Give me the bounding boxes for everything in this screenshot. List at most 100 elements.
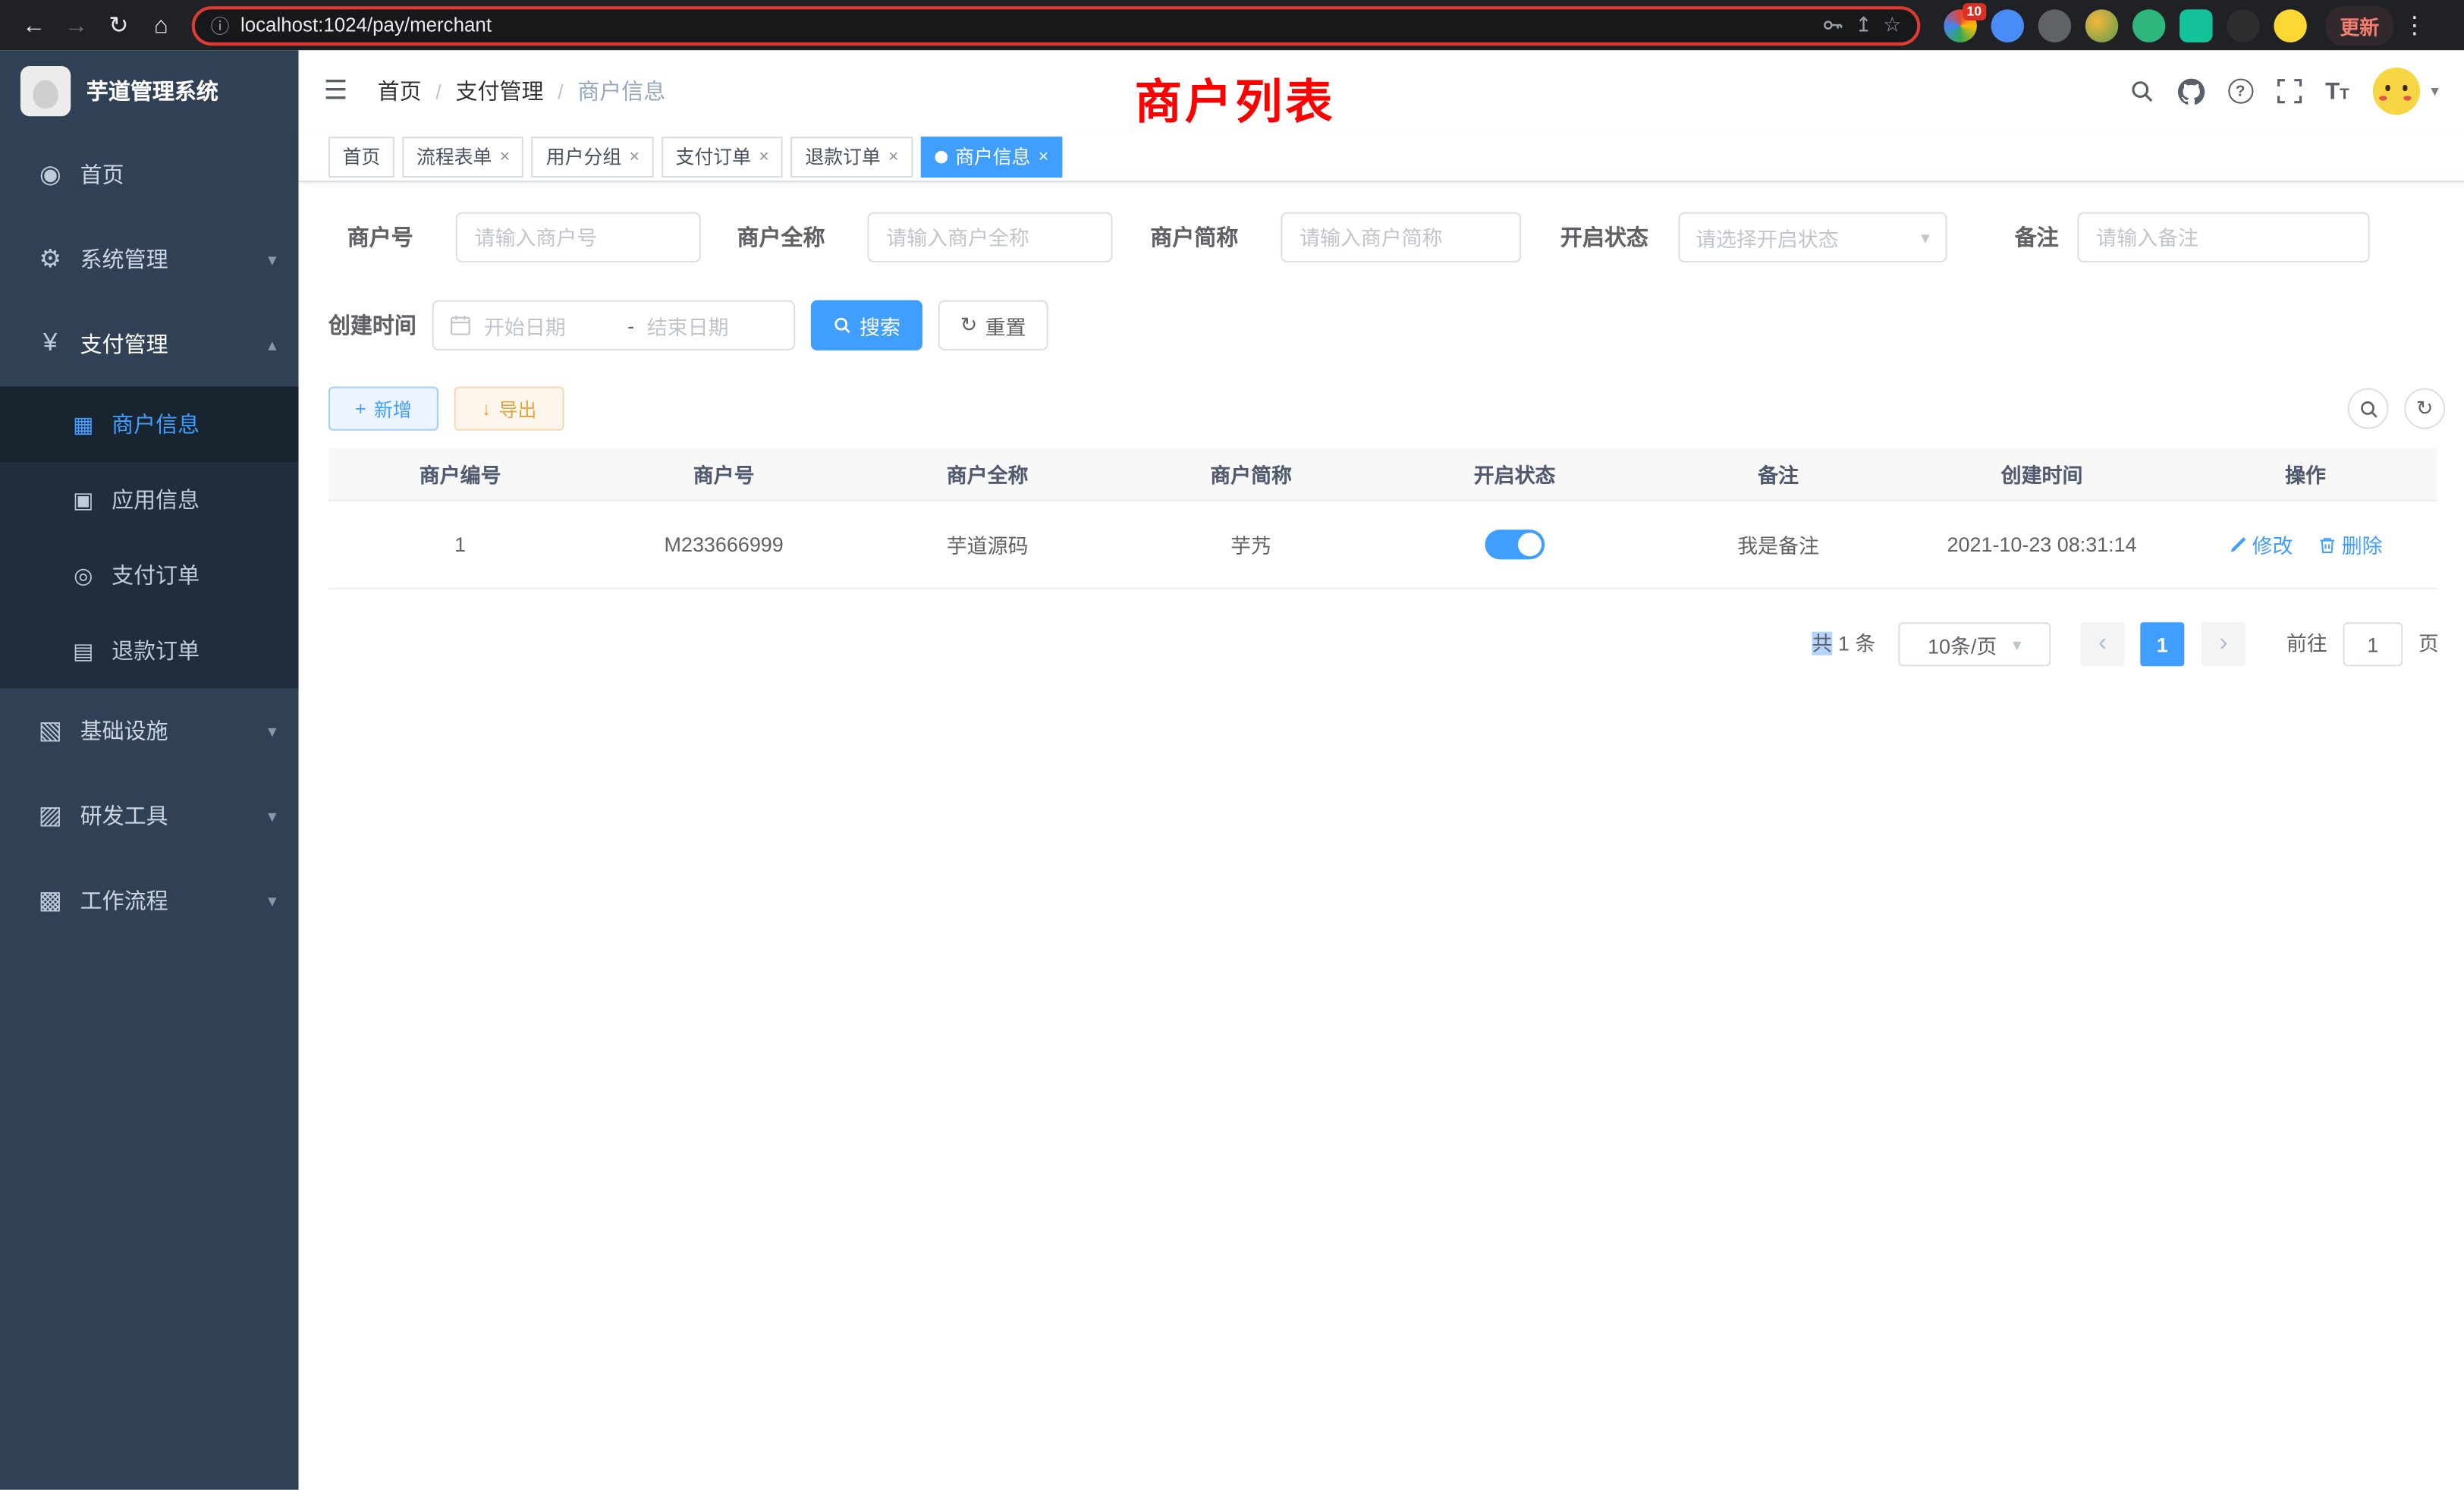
extension-icon[interactable]	[2227, 8, 2260, 42]
tab-home[interactable]: 首页	[328, 136, 394, 177]
goto-page-input[interactable]	[2343, 622, 2403, 666]
sidebar-item-system[interactable]: ⚙ 系统管理 ▾	[0, 217, 299, 302]
address-bar[interactable]: ⓘ localhost:1024/pay/merchant ↥ ☆	[192, 5, 1921, 45]
prev-page-button[interactable]: ‹	[2081, 622, 2125, 666]
sidebar-item-label: 基础设施	[80, 715, 268, 747]
create-time-range-picker[interactable]: 开始日期 - 结束日期	[432, 300, 796, 350]
short-name-input[interactable]	[1281, 212, 1521, 262]
chevron-down-icon: ▾	[2013, 634, 2021, 655]
search-button[interactable]: 搜索	[811, 300, 922, 350]
current-page-button[interactable]: 1	[2140, 622, 2184, 666]
next-page-button[interactable]: ›	[2202, 622, 2246, 666]
breadcrumb-payment[interactable]: 支付管理	[455, 75, 543, 106]
download-icon: ↓	[482, 398, 491, 420]
fullscreen-icon[interactable]	[2277, 79, 2302, 104]
edit-link[interactable]: 修改	[2229, 530, 2293, 559]
reset-button[interactable]: ↻ 重置	[938, 300, 1048, 350]
breadcrumb-separator: /	[435, 80, 442, 103]
sidebar-item-label: 首页	[80, 159, 277, 190]
url-text[interactable]: localhost:1024/pay/merchant	[240, 14, 1811, 36]
sidebar-item-payment[interactable]: ¥ 支付管理 ▴	[0, 302, 299, 387]
refresh-table-button[interactable]: ↻	[2404, 388, 2445, 429]
delete-link[interactable]: 删除	[2318, 530, 2383, 559]
table-row: 1 M233666999 芋道源码 芋艿 我是备注 2021-10-23 08:…	[328, 501, 2437, 589]
extension-icon[interactable]: 10	[1944, 8, 1977, 42]
chevron-down-icon: ▾	[268, 721, 276, 741]
table-header: 操作	[2173, 459, 2437, 489]
tab-close-icon[interactable]: ×	[759, 147, 768, 166]
target-icon: ◎	[69, 562, 97, 589]
sidebar-item-merchant-info[interactable]: ▦ 商户信息	[0, 387, 299, 462]
reload-icon[interactable]: ↻	[97, 4, 140, 46]
merchant-no-label: 商户号	[328, 212, 413, 262]
back-icon[interactable]: ←	[13, 4, 55, 46]
short-name-label: 商户简称	[1150, 212, 1238, 262]
extension-icon[interactable]	[1991, 8, 2025, 42]
date-end-placeholder[interactable]: 结束日期	[647, 310, 778, 340]
font-size-icon[interactable]: TT	[2325, 80, 2349, 103]
github-icon[interactable]	[2177, 78, 2204, 105]
breadcrumb-home[interactable]: 首页	[378, 75, 422, 106]
extension-icon[interactable]	[2085, 8, 2119, 42]
pagination-total: 共 1 条	[1812, 622, 1875, 666]
tab-user-group[interactable]: 用户分组 ×	[532, 136, 653, 177]
chevron-down-icon: ▾	[268, 249, 276, 269]
top-navbar: ☰ 首页 / 支付管理 / 商户信息 商户列表 ?	[299, 50, 2464, 132]
help-icon[interactable]: ?	[2228, 79, 2253, 104]
password-key-icon[interactable]	[1822, 14, 1844, 36]
avatar-caret-icon[interactable]: ▾	[2431, 83, 2438, 100]
cell-full-name: 芋道源码	[856, 530, 1119, 559]
merchant-no-input[interactable]	[456, 212, 701, 262]
status-select[interactable]: 请选择开启状态 ▾	[1678, 212, 1947, 262]
cell-merchant-no: M233666999	[592, 533, 855, 556]
chevron-down-icon: ▾	[268, 806, 276, 826]
home-icon[interactable]: ⌂	[140, 4, 182, 46]
sidebar-item-infrastructure[interactable]: ▧ 基础设施 ▾	[0, 688, 299, 773]
forward-icon[interactable]: →	[55, 4, 98, 46]
export-button[interactable]: ↓ 导出	[454, 387, 564, 431]
breadcrumb-separator: /	[558, 80, 564, 103]
tab-merchant-info[interactable]: 商户信息 ×	[921, 136, 1063, 177]
extension-icon[interactable]	[2132, 8, 2166, 42]
sidebar-collapse-icon[interactable]: ☰	[324, 75, 348, 106]
tab-refund-order[interactable]: 退款订单 ×	[791, 136, 913, 177]
breadcrumb: 首页 / 支付管理 / 商户信息	[378, 75, 666, 106]
tab-close-icon[interactable]: ×	[1039, 147, 1048, 166]
sidebar-item-pay-order[interactable]: ◎ 支付订单	[0, 537, 299, 612]
chevron-up-icon: ▴	[268, 334, 276, 354]
sidebar-item-workflow[interactable]: ▩ 工作流程 ▾	[0, 858, 299, 943]
bookmark-star-icon[interactable]: ☆	[1883, 13, 1901, 38]
chrome-update-button[interactable]: 更新	[2326, 5, 2393, 45]
search-icon[interactable]	[2129, 79, 2154, 104]
user-avatar[interactable]	[2373, 68, 2420, 115]
tab-pay-order[interactable]: 支付订单 ×	[662, 136, 783, 177]
toggle-search-button[interactable]	[2348, 388, 2389, 429]
extension-icon[interactable]	[2038, 8, 2072, 42]
sidebar-item-label: 支付订单	[112, 559, 200, 590]
table-header: 商户编号	[328, 459, 592, 489]
site-info-icon[interactable]: ⓘ	[211, 12, 230, 39]
tab-close-icon[interactable]: ×	[888, 147, 898, 166]
full-name-input[interactable]	[867, 212, 1112, 262]
payment-submenu: ▦ 商户信息 ▣ 应用信息 ◎ 支付订单 ▤ 退款订单	[0, 387, 299, 689]
page-size-select[interactable]: 10条/页 ▾	[1898, 622, 2051, 666]
table-header: 商户简称	[1119, 459, 1382, 489]
sidebar-item-app-info[interactable]: ▣ 应用信息	[0, 462, 299, 537]
browser-menu-icon[interactable]: ⋮	[2403, 11, 2426, 39]
sidebar-item-label: 研发工具	[80, 800, 268, 831]
sidebar-item-label: 退款订单	[112, 635, 200, 666]
sidebar-item-home[interactable]: ◉ 首页	[0, 132, 299, 217]
add-button[interactable]: + 新增	[328, 387, 438, 431]
extension-icon[interactable]	[2274, 8, 2307, 42]
extension-icon[interactable]	[2180, 8, 2213, 42]
status-toggle[interactable]	[1485, 530, 1545, 559]
tab-process-form[interactable]: 流程表单 ×	[402, 136, 523, 177]
tab-close-icon[interactable]: ×	[500, 147, 510, 166]
share-icon[interactable]: ↥	[1855, 13, 1872, 38]
tab-close-icon[interactable]: ×	[630, 147, 640, 166]
sidebar-item-devtools[interactable]: ▨ 研发工具 ▾	[0, 773, 299, 858]
sidebar-item-refund-order[interactable]: ▤ 退款订单	[0, 613, 299, 688]
remark-input[interactable]	[2077, 212, 2369, 262]
screen: ← → ↻ ⌂ ⓘ localhost:1024/pay/merchant ↥ …	[0, 0, 2464, 1490]
date-start-placeholder[interactable]: 开始日期	[484, 310, 615, 340]
